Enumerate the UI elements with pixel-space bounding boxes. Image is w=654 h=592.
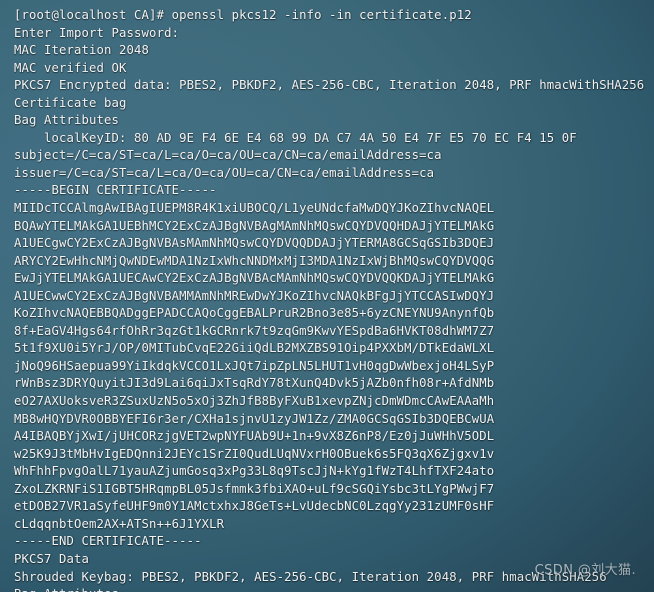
terminal-line: issuer=/C=ca/ST=ca/L=ca/O=ca/OU=ca/CN=ca…	[14, 165, 435, 180]
terminal-line: Enter Import Password:	[14, 25, 180, 40]
terminal-line: KoZIhvcNAQEBBQADggEPADCCAQoCggEBALPruR2B…	[14, 306, 495, 321]
terminal-line: [root@localhost CA]# openssl pkcs12 -inf…	[14, 8, 472, 22]
terminal-line: etDOB27VR1aSyfeUHF9m0Y1AMctxhxJ8GeTs+LvU…	[14, 499, 495, 514]
terminal-line: MAC Iteration 2048	[14, 43, 150, 58]
terminal-line: eO27AXUoksveR3ZSuxUzN5o5xOj3ZhJfB8ByFXuB…	[14, 394, 495, 409]
terminal-line: A1UECwwCY2ExCzAJBgNVBAMMAmNhMREwDwYJKoZI…	[14, 288, 495, 303]
terminal-line: cLdqqnbtOem2AX+ATSn++6J1YXLR	[14, 516, 225, 531]
terminal-line: 8f+EaGV4Hgs64rfOhRr3qzGt1kGCRnrk7t9zqGm9…	[14, 323, 495, 338]
terminal-line: -----BEGIN CERTIFICATE-----	[14, 183, 217, 198]
terminal-line: MAC verified OK	[14, 60, 127, 75]
terminal-line: 5t1f9XU0i5YrJ/OP/0MITubCvqE22GiiQdLB2MXZ…	[14, 341, 495, 356]
terminal-line: MB8wHQYDVR0OBBYEFI6r3er/CXHa1sjnvU1zyJW1…	[14, 411, 495, 426]
terminal-output: [root@localhost CA]# openssl pkcs12 -inf…	[14, 7, 654, 592]
terminal-line: WhFhhFpvgOalL71yauAZjumGosq3xPg33L8q9Tsc…	[14, 464, 495, 479]
terminal-line: A1UECgwCY2ExCzAJBgNVBAsMAmNhMQswCQYDVQQD…	[14, 236, 495, 251]
terminal-line: ZxoLZKRNFiS1IGBT5HRqmpBL05Jsfmmk3fbiXAO+…	[14, 481, 495, 496]
terminal-line: PKCS7 Encrypted data: PBES2, PBKDF2, AES…	[14, 78, 645, 93]
terminal-line: jNoQ96HSaepua99YiIkdqkVCCO1LxJQt7ipZpLN5…	[14, 358, 495, 373]
terminal-line: BQAwYTELMAkGA1UEBhMCY2ExCzAJBgNVBAgMAmNh…	[14, 218, 495, 233]
terminal-line: Bag Attributes	[14, 586, 654, 592]
terminal-line: Certificate bag	[14, 95, 127, 110]
watermark-label: CSDN @刘大猫.	[534, 563, 636, 579]
terminal-line: w25K9J3tMbHvIgEDQnni2JEYc1SrZI0QudLUqNVx…	[14, 446, 495, 461]
terminal-line: MIIDcTCCAlmgAwIBAgIUEPM8R4K1xiUBOCQ/L1ye…	[14, 201, 495, 216]
terminal-line: ARYCY2EwHhcNMjQwNDEwMDA1NzIxWhcNNDMxMjI3…	[14, 253, 495, 268]
terminal-line: rWnBsz3DRYQuyitJI3d9Lai6qiJxTsqRdY78tXun…	[14, 376, 495, 391]
terminal-line: -----END CERTIFICATE-----	[14, 534, 202, 549]
terminal-line: subject=/C=ca/ST=ca/L=ca/O=ca/OU=ca/CN=c…	[14, 148, 442, 163]
terminal-window[interactable]: [root@localhost CA]# openssl pkcs12 -inf…	[0, 0, 654, 592]
terminal-line: Bag Attributes	[14, 113, 120, 128]
terminal-line: EwJjYTELMAkGA1UECAwCY2ExCzAJBgNVBAcMAmNh…	[14, 271, 495, 286]
terminal-line: localKeyID: 80 AD 9E F4 6E E4 68 99 DA C…	[14, 130, 577, 145]
terminal-line: A4IBAQBYjXwI/jUHCORzjgVET2wpNYFUAb9U+1n+…	[14, 429, 495, 444]
